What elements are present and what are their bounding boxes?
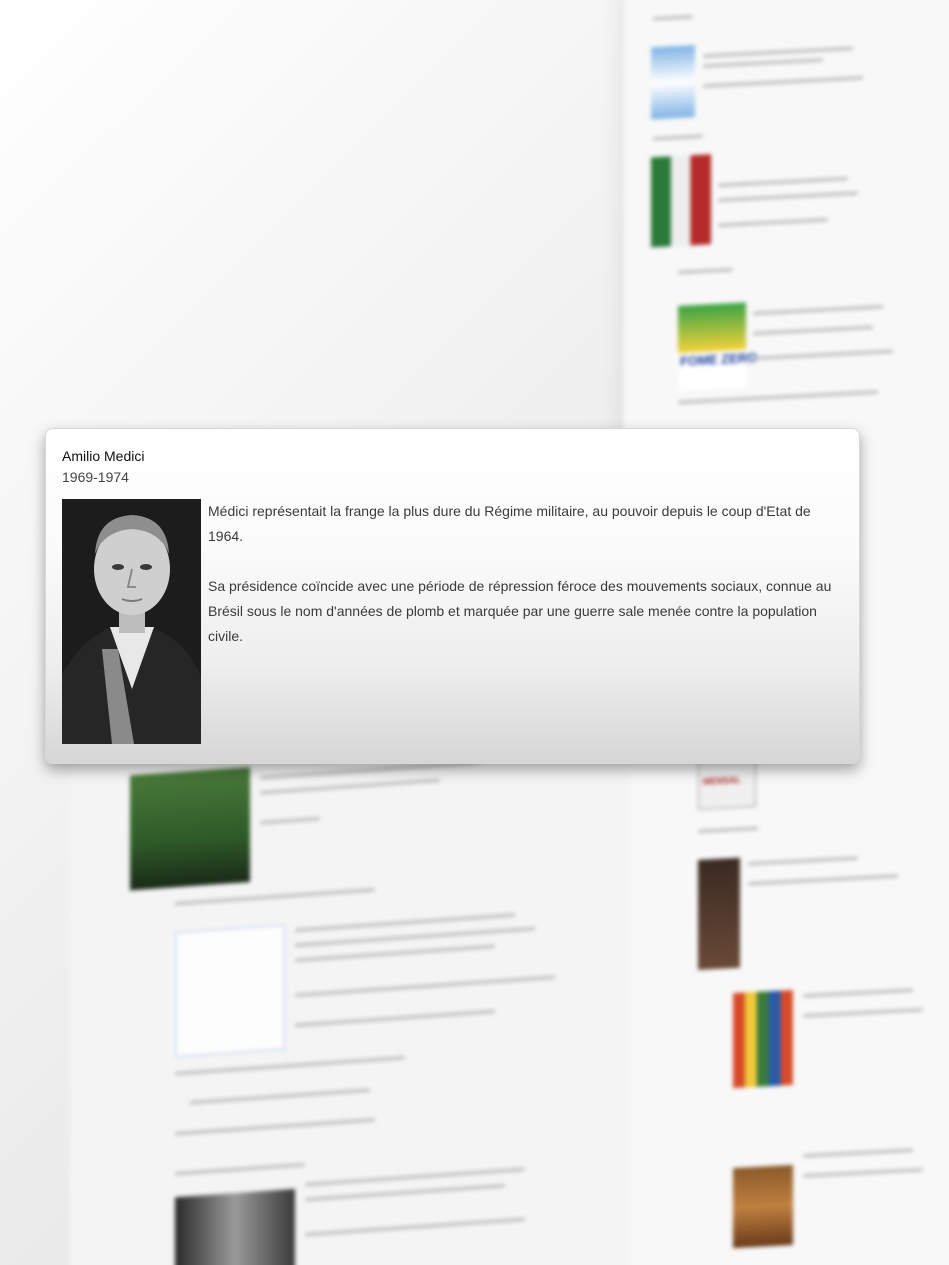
fome-zero-logo: FOME ZERO (680, 349, 758, 369)
background-thumbnail-portrait[interactable] (698, 857, 740, 970)
background-thumbnail-fome-zero[interactable]: FOME ZERO (678, 302, 757, 391)
portrait-figure (62, 499, 201, 744)
background-thumbnail-forest[interactable] (130, 766, 250, 891)
timeline-view: FOME ZERO MENSAL Amilio Medici 1969-1974… (0, 0, 949, 1265)
background-thumbnail-figure[interactable] (651, 45, 695, 120)
popup-paragraph: Médici représentait la frange la plus du… (208, 503, 811, 544)
popup-date-range: 1969-1974 (62, 469, 129, 485)
background-thumbnail-graph[interactable] (175, 924, 285, 1058)
background-thumbnail-flags[interactable] (733, 989, 793, 1089)
portrait-photo (62, 499, 201, 744)
background-thumbnail-mexico-flag[interactable] (651, 154, 711, 248)
background-thumbnail-food[interactable] (733, 1164, 793, 1249)
mensal-logo: MENSAL (703, 774, 741, 787)
popup-title: Amilio Medici (62, 448, 145, 464)
popup-description: Médici représentait la frange la plus du… (208, 499, 848, 649)
background-thumbnail-photo[interactable] (175, 1188, 295, 1265)
popup-paragraph: Sa présidence coïncide avec une période … (208, 578, 832, 644)
event-detail-popup: Amilio Medici 1969-1974 Médici représent… (45, 428, 860, 764)
